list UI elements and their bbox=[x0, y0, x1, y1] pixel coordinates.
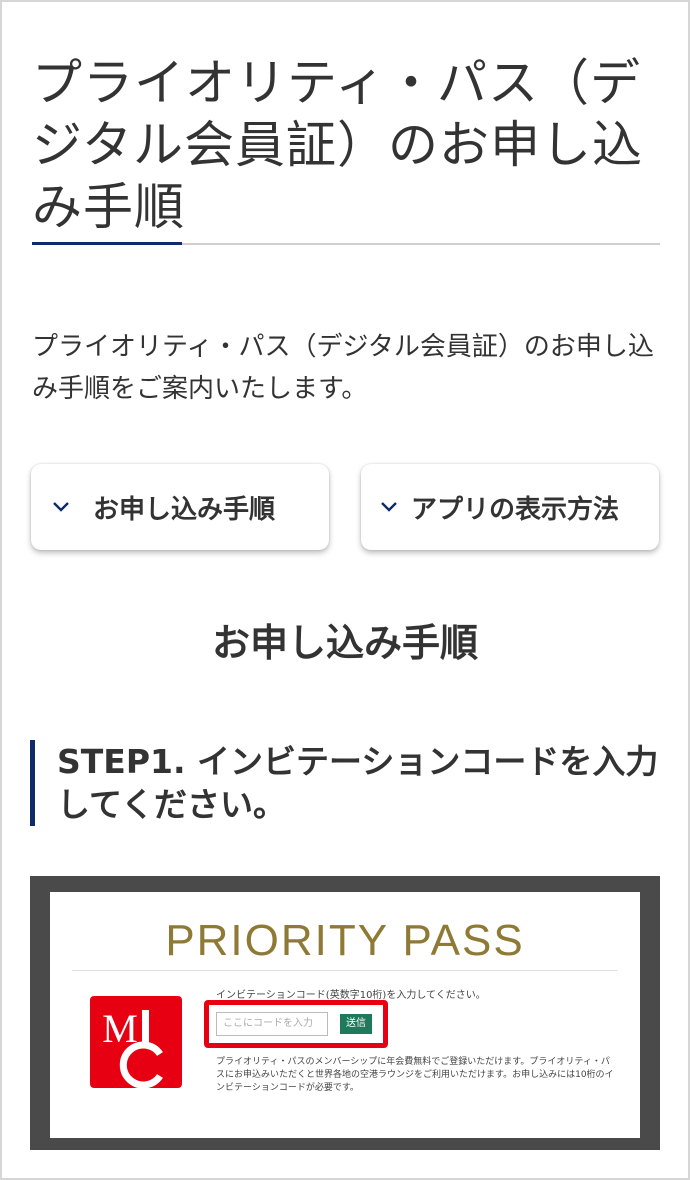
screenshot-panel: PRIORITY PASS M インビテーションコード(英数字10桁)を入力して… bbox=[50, 892, 640, 1138]
brand-divider bbox=[72, 970, 618, 971]
anchor-label: お申し込み手順 bbox=[93, 494, 276, 525]
anchor-button-app-display[interactable]: アプリの表示方法 bbox=[361, 464, 659, 550]
page-title: プライオリティ・パス（デジタル会員証）のお申し込み手順 bbox=[32, 54, 643, 236]
mufg-card-logo-icon: M bbox=[90, 996, 182, 1089]
screenshot-description: プライオリティ・パスのメンバーシップに年会費無料でご登録いただけます。プライオリ… bbox=[216, 1057, 614, 1093]
chevron-down-icon bbox=[373, 491, 405, 523]
step1-heading: STEP1. インビテーションコードを入力してください。 bbox=[30, 740, 660, 826]
anchor-label: アプリの表示方法 bbox=[411, 494, 620, 525]
send-button: 送信 bbox=[340, 1014, 372, 1034]
section-heading: お申し込み手順 bbox=[211, 621, 478, 665]
anchor-button-apply-steps[interactable]: お申し込み手順 bbox=[31, 464, 329, 550]
chevron-down-icon bbox=[45, 491, 77, 523]
code-label: インビテーションコード(英数字10桁)を入力してください。 bbox=[216, 990, 486, 1001]
brand-title: PRIORITY PASS bbox=[165, 916, 525, 965]
intro-text: プライオリティ・パス（デジタル会員証）のお申し込み手順をご案内いたします。 bbox=[32, 332, 654, 404]
title-divider-accent bbox=[32, 242, 182, 245]
step1-screenshot: PRIORITY PASS M インビテーションコード(英数字10桁)を入力して… bbox=[30, 876, 660, 1150]
code-input: ここにコードを入力 bbox=[216, 1012, 328, 1036]
